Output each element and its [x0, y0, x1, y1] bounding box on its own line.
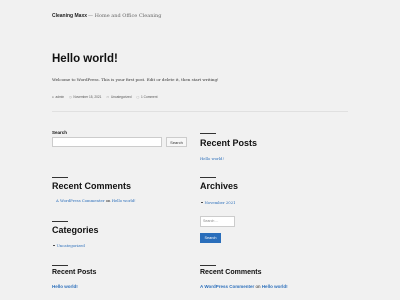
author-link[interactable]: admin — [55, 95, 64, 99]
folder-icon: ▭ — [106, 95, 110, 99]
recent-post-link[interactable]: Hello world! — [200, 156, 224, 161]
commenter-link[interactable]: A WordPress Commenter — [200, 284, 254, 289]
widget-rule — [52, 221, 68, 222]
post-content: Welcome to WordPress. This is your first… — [52, 77, 219, 82]
comment-post-link[interactable]: Hello world! — [262, 284, 288, 289]
meta-comments[interactable]: ▢ 1 Comment — [137, 95, 158, 99]
widget-rule — [200, 177, 216, 178]
comments-link[interactable]: 1 Comment — [141, 95, 157, 99]
recent-post-link[interactable]: Hello world! — [52, 284, 78, 289]
recent-comments-title: Recent Comments — [200, 269, 262, 276]
widget-rule — [52, 265, 68, 266]
recent-comments-title: Recent Comments — [52, 181, 132, 191]
tagline: Home and Office Cleaning — [94, 13, 162, 19]
archive-item: November 2021 — [201, 200, 236, 205]
recent-posts-title: Recent Posts — [52, 269, 97, 276]
meta-date[interactable]: ◷ November 15, 2021 — [69, 95, 101, 99]
categories-title: Categories — [52, 225, 99, 235]
post-title[interactable]: Hello world! — [52, 53, 118, 65]
post-meta: ● admin ◷ November 15, 2021 ▭ Uncategori… — [52, 95, 160, 99]
category-link[interactable]: Uncategorized — [57, 243, 85, 248]
category-link[interactable]: Uncategorized — [111, 95, 132, 99]
search-label: Search — [52, 130, 68, 135]
recent-comment-item: A WordPress Commenter on Hello world! — [200, 284, 288, 289]
widget-rule — [200, 265, 216, 266]
recent-posts-title: Recent Posts — [200, 138, 258, 148]
bullet-icon — [53, 244, 55, 247]
meta-author[interactable]: ● admin — [52, 95, 64, 99]
archive-link[interactable]: November 2021 — [205, 200, 236, 205]
title-separator: — — [88, 13, 93, 19]
archives-title: Archives — [200, 181, 239, 191]
recent-comment-item: A WordPress Commenter on Hello world! — [56, 198, 136, 203]
comment-icon: ▢ — [136, 95, 140, 99]
comment-on-text: on — [255, 284, 261, 289]
date-link[interactable]: November 15, 2021 — [73, 95, 101, 99]
category-item: Uncategorized — [53, 243, 85, 248]
widget-rule — [52, 177, 68, 178]
comment-post-link[interactable]: Hello world! — [112, 198, 136, 203]
sidebar-search-button[interactable]: Search — [200, 233, 221, 243]
site-description: — Home and Office Cleaning — [88, 13, 161, 19]
bullet-icon — [201, 201, 203, 204]
search-input[interactable] — [52, 137, 162, 147]
content-divider — [52, 111, 348, 112]
commenter-link[interactable]: A WordPress Commenter — [56, 198, 105, 203]
comment-on-text: on — [105, 198, 111, 203]
meta-category[interactable]: ▭ Uncategorized — [106, 95, 131, 99]
widget-rule — [200, 133, 216, 134]
search-button[interactable]: Search — [166, 137, 187, 147]
clock-icon: ◷ — [69, 95, 72, 99]
sidebar-search-input[interactable]: Search ... — [200, 216, 235, 227]
user-icon: ● — [52, 95, 54, 99]
site-title[interactable]: Cleaning Maxx — [52, 13, 87, 19]
